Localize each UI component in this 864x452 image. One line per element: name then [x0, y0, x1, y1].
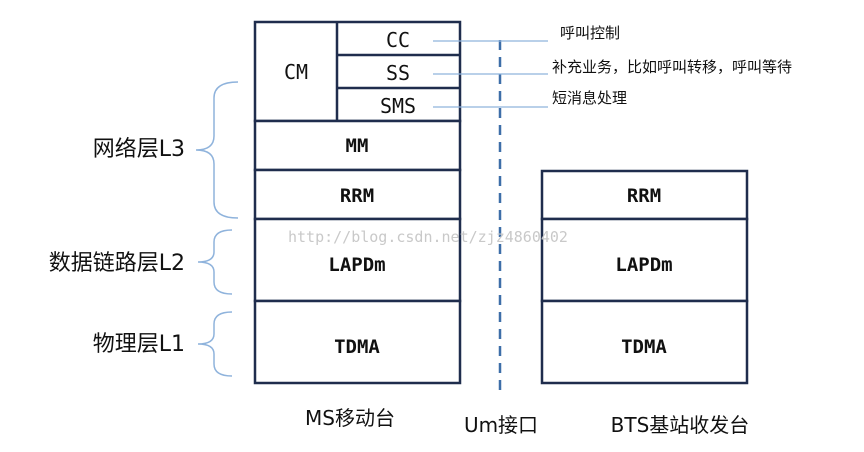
- ms-caption: MS移动台: [305, 406, 395, 430]
- bts-caption: BTS基站收发台: [611, 413, 750, 437]
- ms-tdma-label: TDMA: [334, 336, 380, 358]
- bts-tdma-label: TDMA: [621, 336, 667, 358]
- ms-lapdm-label: LAPDm: [328, 254, 385, 276]
- sms-annotation: 短消息处理: [552, 89, 627, 107]
- bts-rrm-label: RRM: [627, 185, 661, 207]
- bts-lapdm-label: LAPDm: [615, 254, 672, 276]
- ms-rrm-label: RRM: [340, 185, 374, 207]
- l1-brace: [197, 311, 233, 377]
- ms-stack: CM CC SS SMS MM RRM LAPDm TDMA: [253, 20, 462, 385]
- protocol-stack-diagram: CM CC SS SMS MM RRM LAPDm TDMA RRM LAPDm…: [0, 0, 864, 452]
- layer-l2-label: 数据链路层L2: [49, 251, 185, 276]
- layer-l3-label: 网络层L3: [93, 137, 185, 162]
- ms-ss-label: SS: [386, 61, 410, 85]
- watermark-text: http://blog.csdn.net/zjz4860402: [288, 228, 568, 246]
- l3-brace: [195, 81, 239, 219]
- ms-cc-label: CC: [386, 28, 410, 52]
- ms-mm-label: MM: [346, 135, 369, 157]
- um-caption: Um接口: [464, 413, 538, 437]
- ms-sms-label: SMS: [380, 94, 416, 118]
- layer-l1-label: 物理层L1: [93, 332, 185, 357]
- diagram-canvas: CM CC SS SMS MM RRM LAPDm TDMA RRM LAPDm…: [49, 20, 792, 437]
- cc-annotation: 呼叫控制: [560, 24, 620, 42]
- ms-cm-label: CM: [284, 60, 308, 84]
- ss-annotation: 补充业务，比如呼叫转移，呼叫等待: [552, 58, 792, 76]
- l2-brace: [197, 229, 233, 295]
- bts-stack: RRM LAPDm TDMA: [540, 169, 749, 385]
